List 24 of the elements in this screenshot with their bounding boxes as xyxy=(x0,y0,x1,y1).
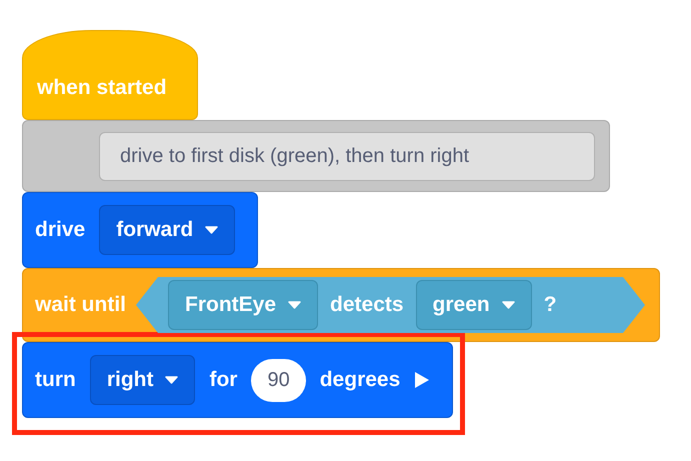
play-icon[interactable] xyxy=(414,371,430,389)
comment-text[interactable]: drive to first disk (green), then turn right xyxy=(99,132,595,180)
block-label: ? xyxy=(544,293,557,317)
caret-icon xyxy=(205,226,218,234)
block-label: drive xyxy=(35,218,86,242)
block-label: detects xyxy=(330,293,404,317)
block-label: turn xyxy=(35,368,76,392)
number-field[interactable]: 90 xyxy=(251,358,306,402)
block-label: for xyxy=(209,368,238,392)
caret-icon xyxy=(165,376,178,384)
dropdown[interactable]: green xyxy=(416,280,532,330)
comment-block[interactable]: drive to first disk (green), then turn right xyxy=(22,120,610,192)
dropdown[interactable]: FrontEye xyxy=(168,280,318,330)
motion-block[interactable]: drive forward xyxy=(22,192,258,268)
dropdown[interactable]: forward xyxy=(99,205,236,255)
dropdown[interactable]: right xyxy=(90,355,196,405)
condition-block[interactable]: FrontEye detects green ? xyxy=(136,277,645,333)
caret-icon xyxy=(288,301,302,309)
motion-block[interactable]: turn right for 90 degrees xyxy=(22,342,454,418)
caret-icon xyxy=(502,301,515,309)
block-label: when started xyxy=(37,76,167,100)
wait-block[interactable]: wait until FrontEye detects green ? xyxy=(22,268,660,342)
block-label: wait until xyxy=(35,293,126,317)
block-label: degrees xyxy=(320,368,400,392)
